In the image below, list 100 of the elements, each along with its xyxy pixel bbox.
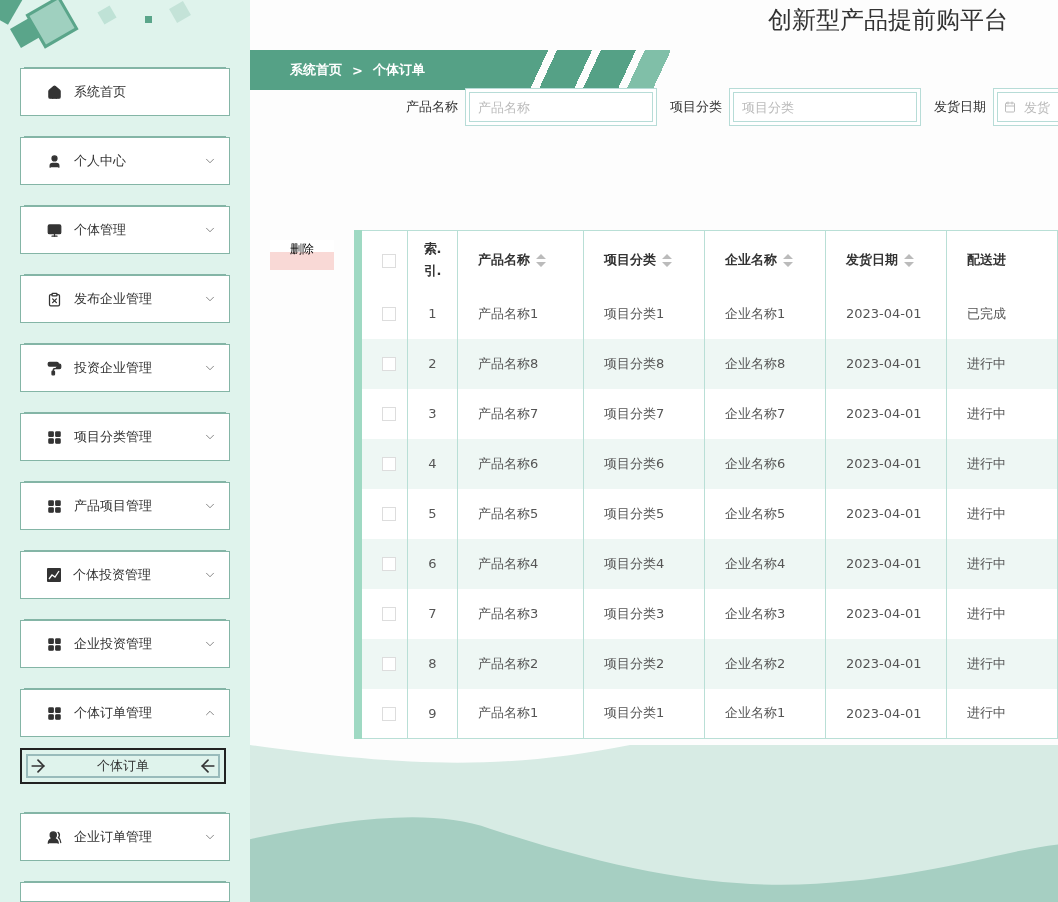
table-cell: 2023-04-01 (825, 338, 947, 389)
table-cell: 产品名称1 (457, 288, 584, 339)
table-cell: 企业名称1 (704, 288, 826, 339)
field-label: 项目分类 (670, 98, 722, 116)
table-cell: 项目分类4 (583, 538, 705, 589)
field-label: 发货日期 (934, 98, 986, 116)
table-cell: 项目分类7 (583, 388, 705, 439)
table-cell: 进行中 (946, 688, 1058, 739)
clipboard-icon (47, 291, 62, 307)
menu-item[interactable]: 发布企业管理 (20, 275, 230, 323)
calendar-icon (1004, 101, 1016, 113)
table-cell: 5 (407, 488, 458, 539)
users-icon (47, 829, 62, 845)
table-cell: 企业名称5 (704, 488, 826, 539)
table-cell: 2023-04-01 (825, 638, 947, 689)
sort-icon (783, 253, 793, 267)
field-label: 产品名称 (406, 98, 458, 116)
menu-item[interactable]: 产品项目管理 (20, 482, 230, 530)
table-cell: 2023-04-01 (825, 488, 947, 539)
table-cell: 产品名称1 (457, 688, 584, 739)
table-cell: 产品名称5 (457, 488, 584, 539)
menu-item[interactable]: 个体管理 (20, 206, 230, 254)
column-header[interactable]: 产品名称 (457, 230, 584, 289)
checkbox[interactable] (381, 507, 396, 522)
table-cell: 产品名称3 (457, 588, 584, 639)
table-cell: 企业名称7 (704, 388, 826, 439)
table-cell: 项目分类8 (583, 338, 705, 389)
table-cell: 2023-04-01 (825, 538, 947, 589)
column-header[interactable]: 企业名称 (704, 230, 826, 289)
checkbox[interactable] (381, 707, 396, 721)
menu-item[interactable]: 系统首页 (20, 68, 230, 116)
menu-item[interactable]: 个体投资管理 (20, 551, 230, 599)
column-header[interactable]: 项目分类 (583, 230, 705, 289)
menu-item[interactable]: 企业投资管理 (20, 620, 230, 668)
table-cell: 进行中 (946, 538, 1058, 589)
column-header[interactable]: 发货日期 (825, 230, 947, 289)
menu-item[interactable] (20, 882, 230, 902)
table-cell: 项目分类2 (583, 638, 705, 689)
table-cell: 产品名称2 (457, 638, 584, 689)
checkbox[interactable] (381, 607, 396, 622)
submenu-item[interactable]: 个体订单 (20, 748, 226, 784)
table-cell: 进行中 (946, 638, 1058, 689)
delete-button[interactable]: 删除 (270, 240, 334, 270)
home-icon (47, 84, 62, 100)
table-cell: 2023-04-01 (825, 288, 947, 339)
sort-icon (536, 253, 546, 267)
table-cell: 2023-04-01 (825, 688, 947, 739)
table-cell: 2023-04-01 (825, 588, 947, 639)
table-cell: 进行中 (946, 588, 1058, 639)
grid-icon (47, 498, 62, 514)
table-cell: 已完成 (946, 288, 1058, 339)
table-cell: 项目分类6 (583, 438, 705, 489)
grid-icon (47, 429, 62, 445)
checkbox[interactable] (381, 407, 396, 422)
checkbox[interactable] (381, 557, 396, 572)
menu-item[interactable]: 个人中心 (20, 137, 230, 185)
sort-icon (662, 253, 672, 267)
table-cell: 1 (407, 288, 458, 339)
search-field[interactable]: 项目分类 (733, 92, 917, 122)
table-cell: 企业名称2 (704, 638, 826, 689)
grid-icon (47, 636, 62, 652)
search-field[interactable]: 产品名称 (469, 92, 653, 122)
user-icon (47, 153, 62, 169)
table-cell: 项目分类1 (583, 688, 705, 739)
table-cell: 项目分类3 (583, 588, 705, 639)
table-cell: 产品名称4 (457, 538, 584, 589)
checkbox[interactable] (381, 657, 396, 672)
breadcrumb-separator: > (352, 62, 363, 78)
table-cell: 4 (407, 438, 458, 489)
table-cell: 8 (407, 638, 458, 689)
menu-item[interactable]: 项目分类管理 (20, 413, 230, 461)
table-cell: 产品名称7 (457, 388, 584, 439)
table-cell: 项目分类5 (583, 488, 705, 539)
table-cell: 企业名称6 (704, 438, 826, 489)
table-cell: 企业名称8 (704, 338, 826, 389)
monitor-icon (47, 222, 62, 238)
table-cell: 2023-04-01 (825, 438, 947, 489)
table-cell: 项目分类1 (583, 288, 705, 339)
table-cell: 2023-04-01 (825, 388, 947, 439)
checkbox[interactable] (381, 253, 396, 268)
table-cell: 进行中 (946, 438, 1058, 489)
table-cell: 9 (407, 688, 458, 739)
table-cell: 6 (407, 538, 458, 589)
table-cell: 产品名称6 (457, 438, 584, 489)
table-cell: 产品名称8 (457, 338, 584, 389)
menu-item[interactable]: 个体订单管理 (20, 689, 230, 737)
menu-item[interactable]: 投资企业管理 (20, 344, 230, 392)
column-header: 索.引. (407, 230, 458, 289)
date-field[interactable]: 发货 (997, 92, 1058, 122)
checkbox[interactable] (381, 357, 396, 372)
checkbox[interactable] (381, 307, 396, 322)
table-cell: 2 (407, 338, 458, 389)
sort-icon (904, 253, 914, 267)
grid-icon (47, 705, 62, 721)
table-cell: 企业名称3 (704, 588, 826, 639)
checkbox[interactable] (381, 457, 396, 472)
chart-icon (47, 568, 61, 582)
paint-roller-icon (47, 360, 62, 376)
table-cell: 进行中 (946, 388, 1058, 439)
menu-item[interactable]: 企业订单管理 (20, 813, 230, 861)
